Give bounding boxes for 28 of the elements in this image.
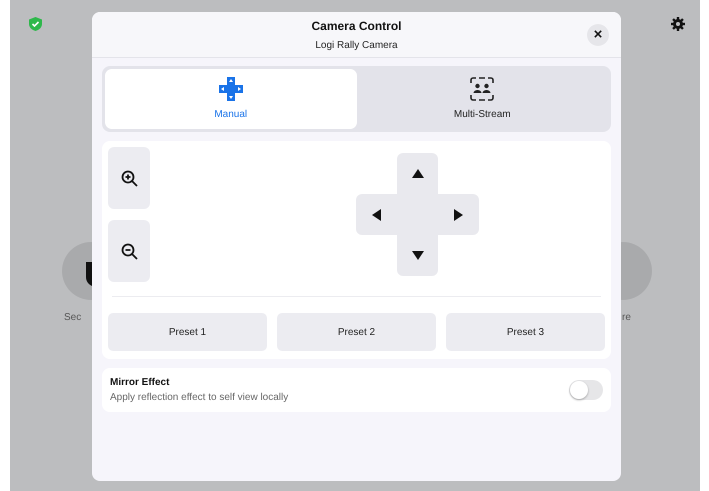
preset-button[interactable]: Preset 2 xyxy=(277,313,436,351)
dpad-icon xyxy=(218,76,243,100)
pan-down-button[interactable] xyxy=(397,235,438,276)
people-frame-icon xyxy=(470,76,494,100)
pan-left-button[interactable] xyxy=(356,194,397,235)
dialog-title: Camera Control xyxy=(311,18,402,34)
pan-up-button[interactable] xyxy=(397,153,438,194)
setting-title: Mirror Effect xyxy=(110,376,170,390)
tab[interactable]: Manual xyxy=(105,69,356,129)
zoom-out-button[interactable] xyxy=(108,220,150,282)
left-arrow-icon xyxy=(372,208,381,220)
up-arrow-icon xyxy=(412,169,424,178)
settings-icon[interactable] xyxy=(671,17,685,31)
zoom-in-icon xyxy=(120,170,138,186)
zoom-out-icon xyxy=(120,242,138,260)
mirror-toggle[interactable] xyxy=(569,380,603,400)
tab[interactable]: Multi-Stream xyxy=(356,69,608,129)
dialog-subtitle: Logi Rally Camera xyxy=(315,38,398,52)
down-arrow-icon xyxy=(412,251,424,260)
zoom-in-button[interactable] xyxy=(108,147,150,209)
preset-button[interactable]: Preset 1 xyxy=(108,313,267,351)
close-button[interactable]: × xyxy=(587,24,609,46)
button-label: Sec xyxy=(64,311,82,325)
preset-button[interactable]: Preset 3 xyxy=(446,313,605,351)
setting-description: Apply reflection effect to self view locally xyxy=(110,391,290,405)
right-arrow-icon xyxy=(454,208,463,220)
button-label: re xyxy=(622,311,631,325)
pan-right-button[interactable] xyxy=(438,194,479,235)
